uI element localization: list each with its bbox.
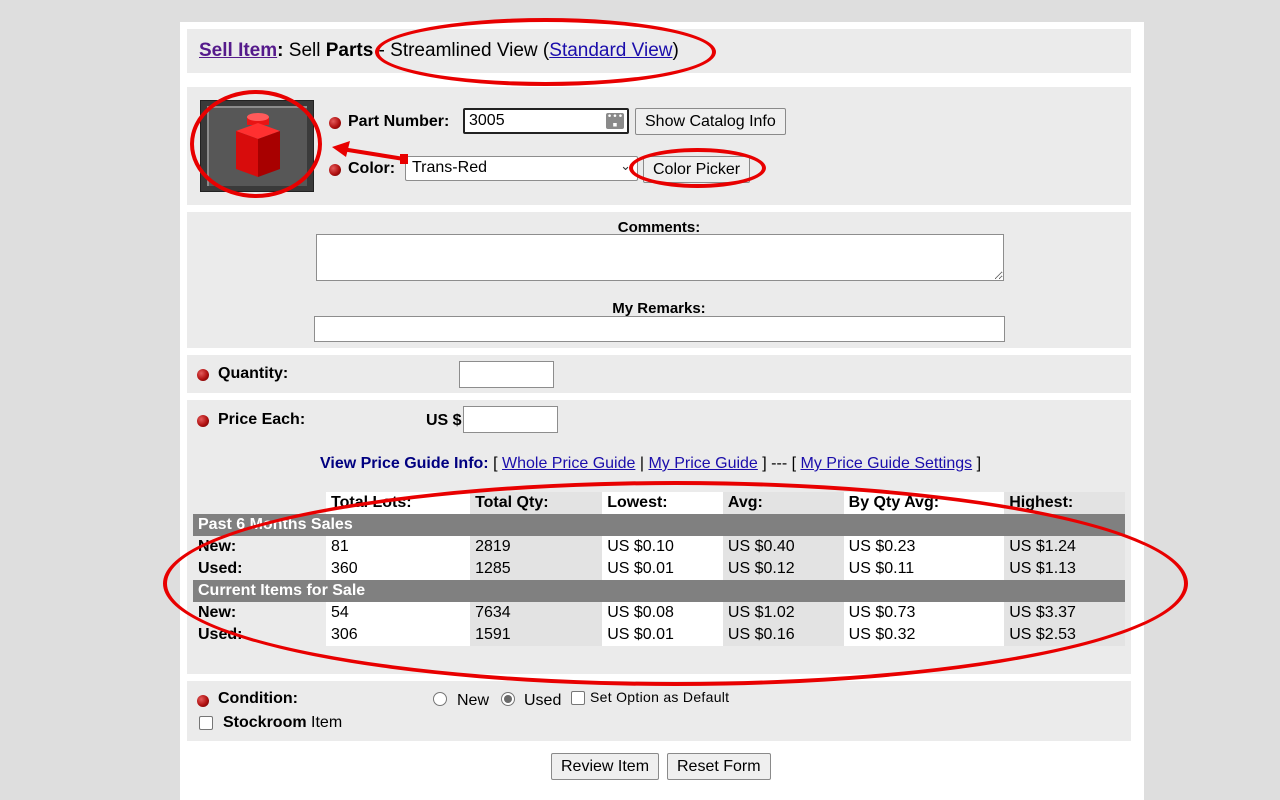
table-row: Used: 360 1285 US $0.01 US $0.12 US $0.1… (193, 558, 1125, 580)
stockroom-checkbox[interactable] (199, 716, 213, 730)
color-picker-button[interactable]: Color Picker (643, 156, 751, 183)
table-row: New: 54 7634 US $0.08 US $1.02 US $0.73 … (193, 602, 1125, 624)
red-1x1-brick-icon (236, 113, 280, 177)
price-guide-label: View Price Guide Info: (320, 455, 489, 472)
reset-form-button[interactable]: Reset Form (667, 753, 771, 780)
column-header: Highest: (1004, 492, 1125, 514)
stockroom-label[interactable]: Stockroom Item (223, 714, 342, 732)
column-header: Lowest: (602, 492, 723, 514)
quantity-label: Quantity: (218, 365, 289, 382)
show-catalog-info-button[interactable]: Show Catalog Info (635, 108, 786, 135)
header-panel: Sell Item: Sell Parts - Streamlined View… (187, 29, 1131, 73)
my-price-guide-settings-link[interactable]: My Price Guide Settings (801, 455, 973, 472)
chevron-down-icon: ⌄ (620, 158, 631, 173)
condition-used-radio[interactable] (501, 692, 515, 706)
price-panel: Price Each: US $ View Price Guide Info: … (187, 400, 1131, 674)
required-dot (197, 695, 209, 707)
sell-item-link[interactable]: Sell Item (199, 40, 277, 61)
quantity-panel: Quantity: (187, 355, 1131, 393)
annotation-arrow-icon (332, 141, 408, 164)
required-dot (197, 415, 209, 427)
column-header: Avg: (722, 492, 844, 514)
currency-label: US $ (426, 412, 462, 429)
part-number-label: Part Number: (348, 113, 450, 130)
comments-panel: Comments: My Remarks: (187, 212, 1131, 348)
required-dot (329, 117, 341, 129)
whole-price-guide-link[interactable]: Whole Price Guide (502, 455, 635, 472)
my-remarks-label: My Remarks: (612, 300, 706, 317)
table-row: New: 81 2819 US $0.10 US $0.40 US $0.23 … (193, 536, 1125, 558)
condition-new-radio[interactable] (433, 692, 447, 706)
condition-new-label[interactable]: New (457, 692, 489, 710)
set-default-checkbox[interactable] (571, 691, 585, 705)
standard-view-link[interactable]: Standard View (549, 40, 672, 61)
section-header-row: Current Items for Sale (193, 580, 1125, 602)
condition-panel: Condition: New Used Set Option as Defaul… (187, 681, 1131, 741)
part-number-input[interactable] (465, 110, 605, 132)
table-header-row: Total Lots: Total Qty: Lowest: Avg: By Q… (193, 492, 1125, 514)
table-row: Used: 306 1591 US $0.01 US $0.16 US $0.3… (193, 624, 1125, 646)
my-remarks-input[interactable] (314, 316, 1005, 342)
page-title: Sell Item: Sell Parts - Streamlined View… (199, 40, 679, 61)
price-guide-links: View Price Guide Info: [ Whole Price Gui… (320, 455, 982, 472)
column-header: By Qty Avg: (843, 492, 1005, 514)
password-manager-icon[interactable]: ••• ▪ (606, 113, 624, 130)
section-header-row: Past 6 Months Sales (193, 514, 1125, 536)
part-number-field[interactable]: •••▪ (463, 108, 629, 134)
required-dot (197, 369, 209, 381)
price-each-label: Price Each: (218, 411, 306, 428)
price-guide-table: Total Lots: Total Qty: Lowest: Avg: By Q… (193, 492, 1125, 646)
part-image (200, 100, 314, 192)
quantity-input[interactable] (459, 361, 554, 388)
comments-textarea[interactable] (316, 234, 1004, 281)
sell-item-page: Sell Item: Sell Parts - Streamlined View… (180, 22, 1144, 800)
column-header: Total Lots: (326, 492, 471, 514)
my-price-guide-link[interactable]: My Price Guide (648, 455, 757, 472)
color-select[interactable]: Trans-Red ⌄ (405, 156, 638, 181)
set-default-label[interactable]: Set Option as Default (590, 689, 729, 705)
review-item-button[interactable]: Review Item (551, 753, 660, 780)
price-input[interactable] (463, 406, 558, 433)
column-header: Total Qty: (470, 492, 603, 514)
condition-used-label[interactable]: Used (524, 692, 561, 710)
condition-label: Condition: (218, 690, 298, 707)
